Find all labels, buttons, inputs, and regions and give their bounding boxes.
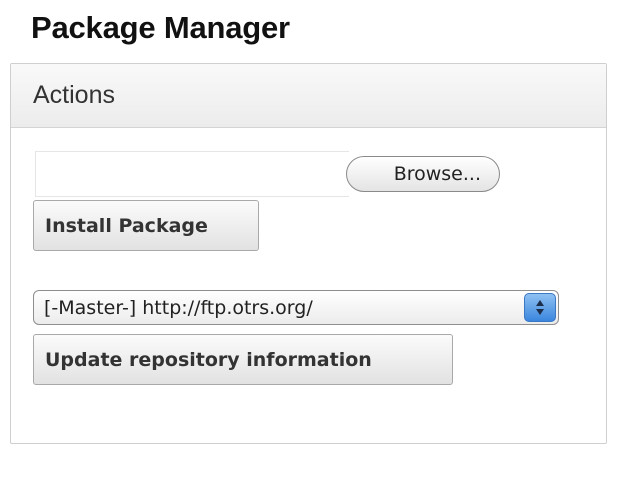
install-package-button[interactable]: Install Package — [33, 200, 259, 251]
arrow-down-icon — [536, 309, 544, 315]
actions-panel-header: Actions — [11, 64, 606, 128]
arrow-up-icon — [536, 300, 544, 306]
actions-header-label: Actions — [33, 81, 115, 109]
package-file-input[interactable] — [35, 151, 349, 197]
repository-select-value: [-Master-] http://ftp.otrs.org/ — [44, 296, 313, 319]
browse-button[interactable]: Browse... — [346, 156, 500, 192]
repository-select[interactable]: [-Master-] http://ftp.otrs.org/ — [33, 290, 559, 325]
select-arrows-icon[interactable] — [524, 293, 556, 322]
page-title: Package Manager — [31, 10, 290, 45]
actions-panel: Actions Browse... Install Package [-Mast… — [10, 63, 607, 444]
update-repository-button[interactable]: Update repository information — [33, 334, 453, 385]
